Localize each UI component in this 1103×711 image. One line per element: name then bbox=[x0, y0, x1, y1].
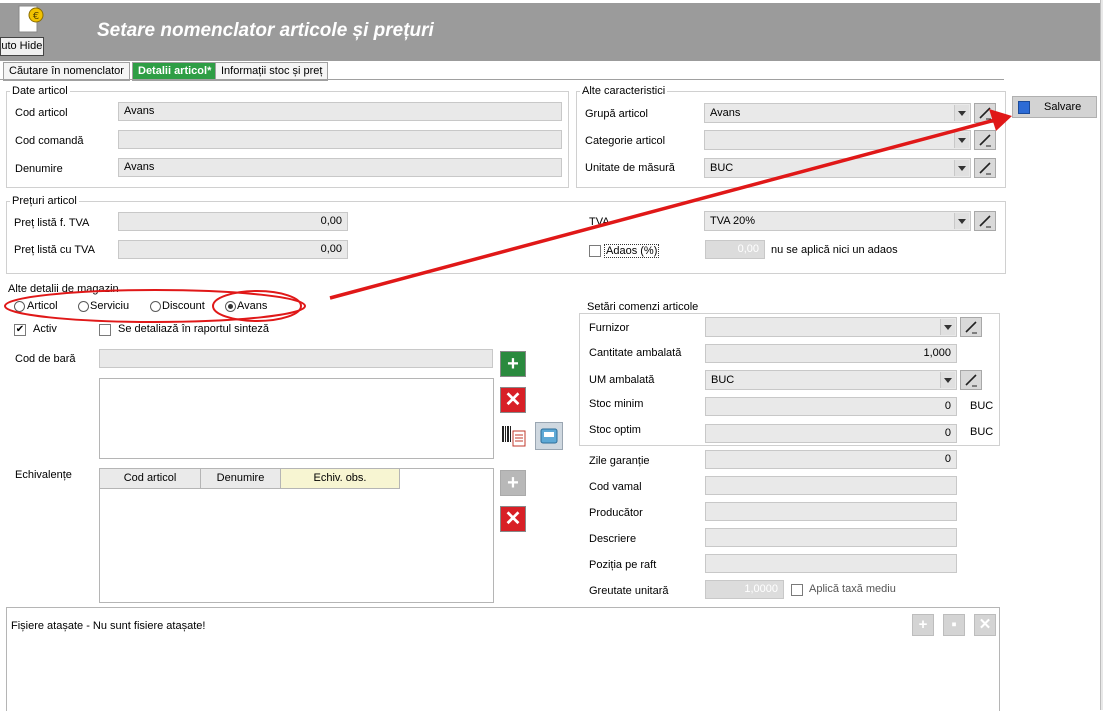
annotation-arrow-line bbox=[329, 118, 996, 300]
annotation-overlay bbox=[4, 109, 1012, 323]
annotation-ellipse-radios bbox=[4, 289, 306, 323]
annotation-ellipse-avans bbox=[212, 290, 302, 322]
